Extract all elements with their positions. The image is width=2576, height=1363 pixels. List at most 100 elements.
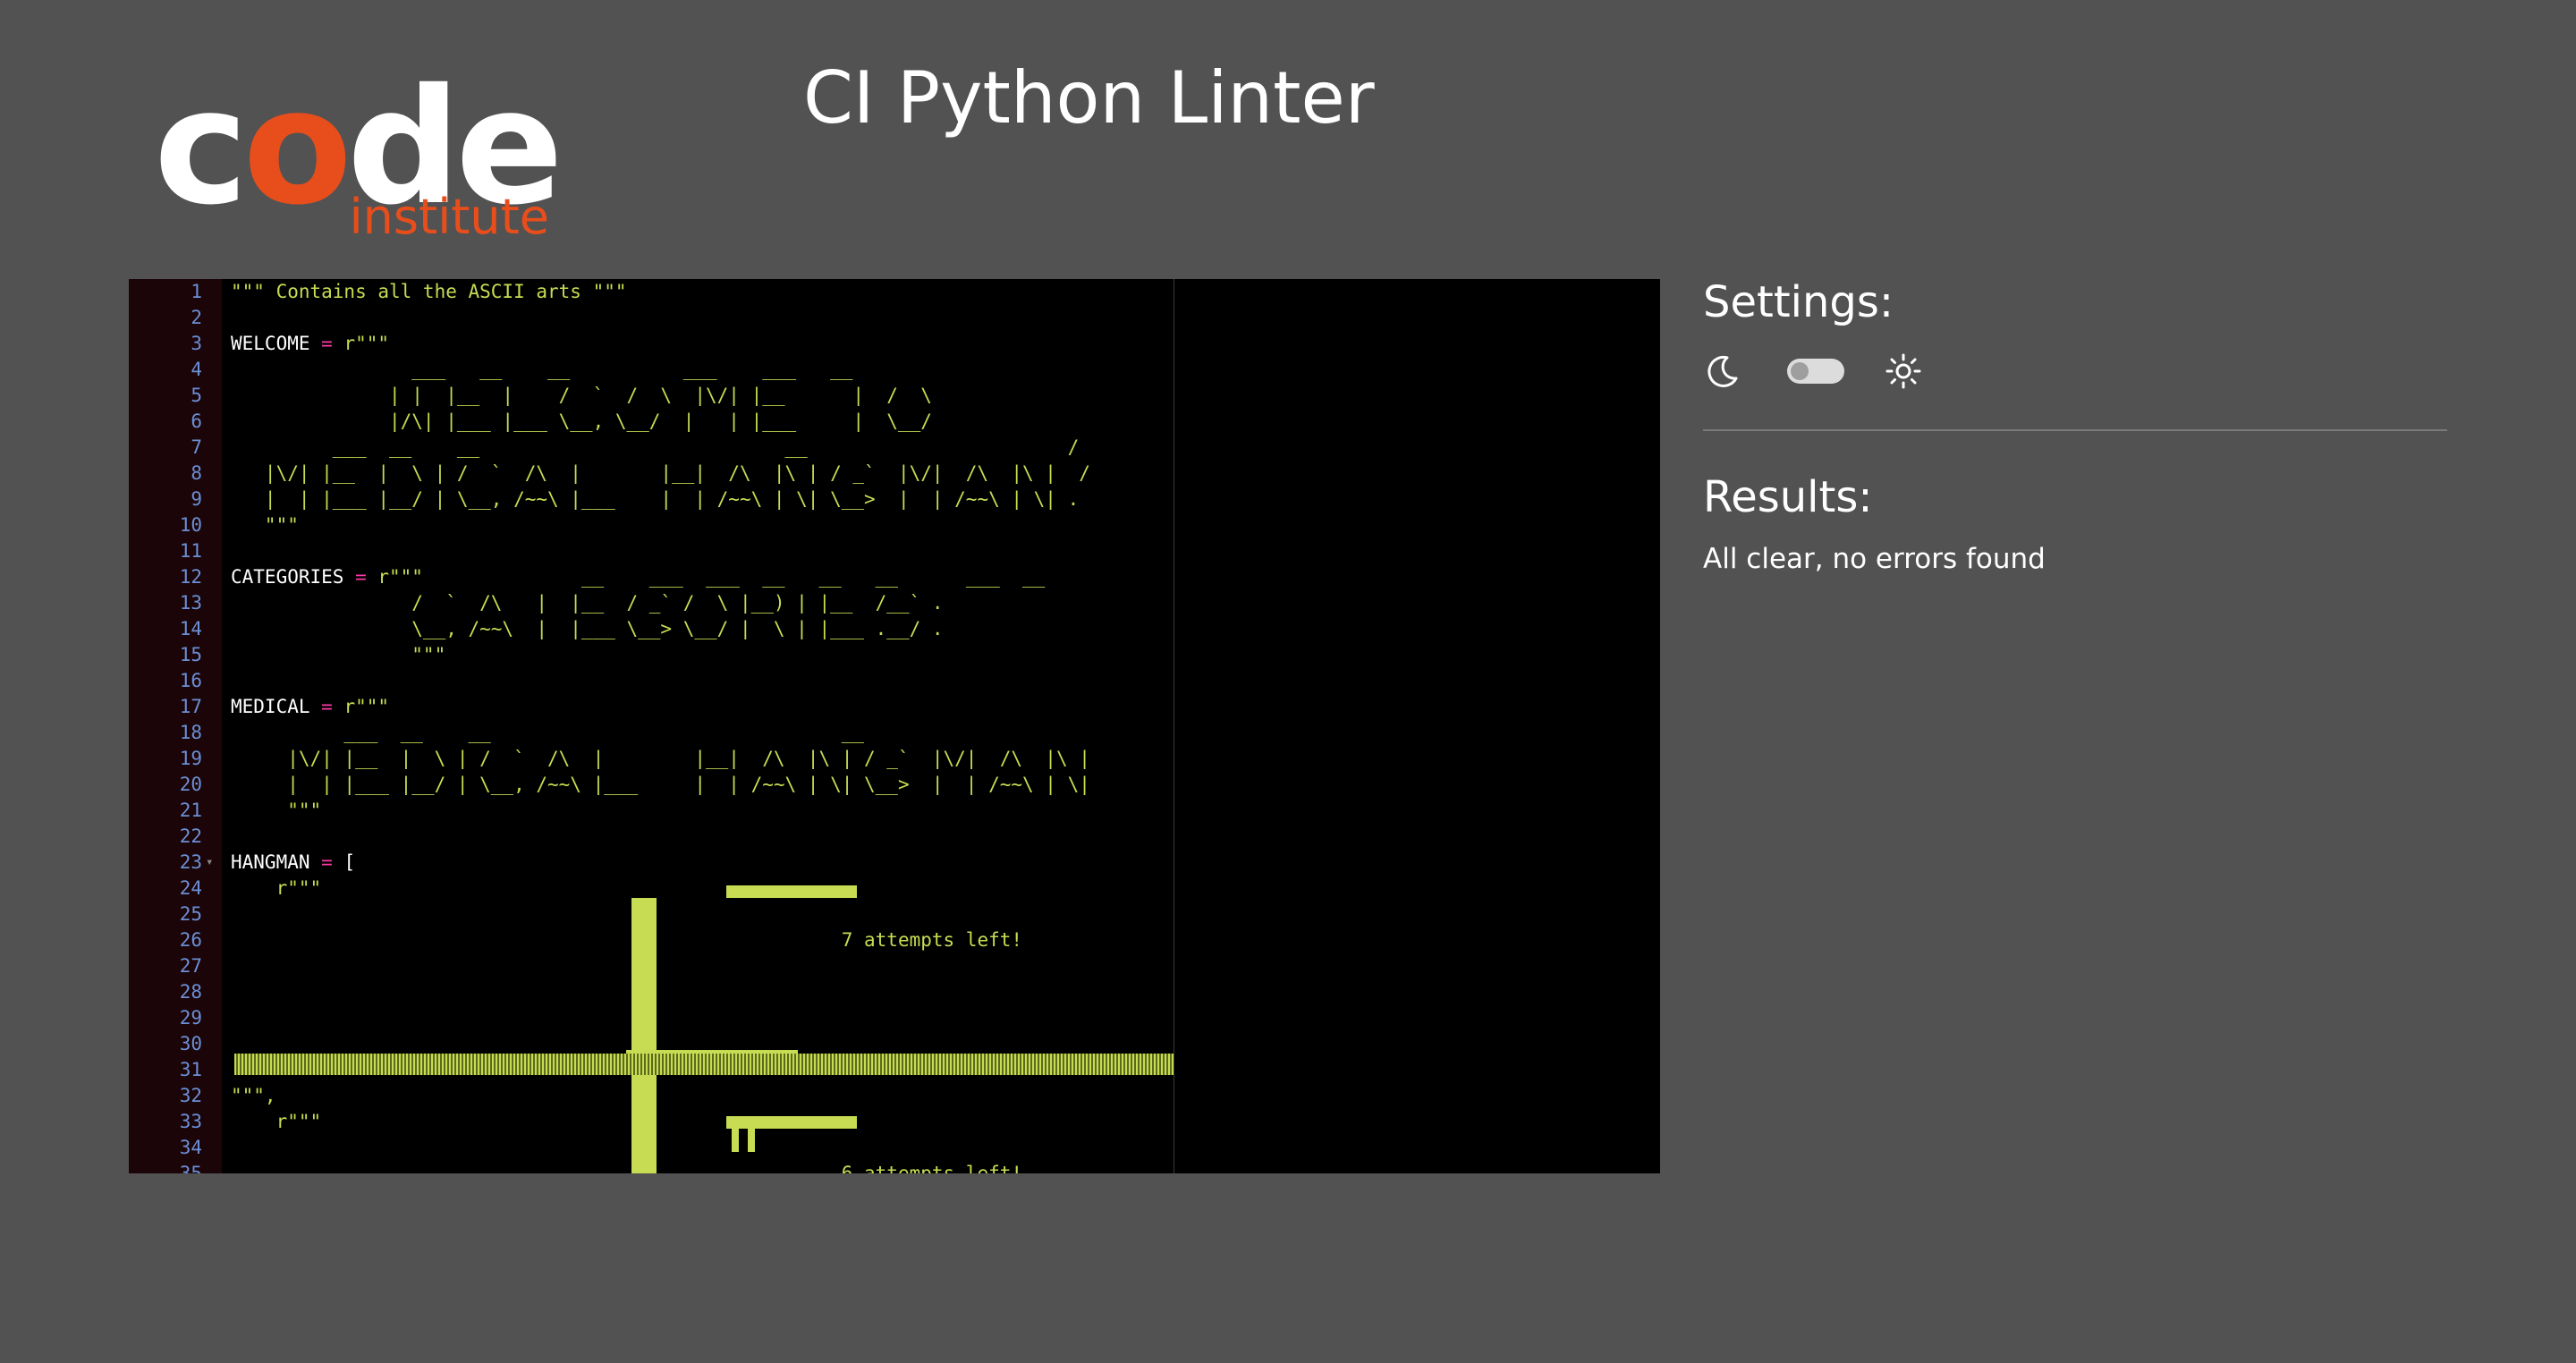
code-line[interactable]: 13 / ` /\ | |__ / _` / \ |__) | |__ /__`… bbox=[129, 590, 1660, 616]
panel-divider bbox=[1703, 428, 2447, 431]
line-number: 27 bbox=[179, 955, 202, 977]
code-line[interactable]: 10 """ bbox=[129, 512, 1660, 538]
line-code: """ bbox=[231, 642, 445, 668]
code-token: CATEGORIES bbox=[231, 566, 344, 588]
code-token: ___ __ __ __ / bbox=[231, 436, 1080, 458]
code-line[interactable]: 19 |\/| |__ | \ | / ` /\ | |__| /\ |\ | … bbox=[129, 746, 1660, 772]
code-line[interactable]: 21 """ bbox=[129, 798, 1660, 824]
line-number: 20 bbox=[179, 774, 202, 795]
code-line[interactable]: 25 bbox=[129, 902, 1660, 927]
code-token: MEDICAL bbox=[231, 696, 310, 717]
code-line[interactable]: 3 WELCOME = r""" bbox=[129, 331, 1660, 357]
line-number: 28 bbox=[179, 981, 202, 1003]
line-number: 8 bbox=[191, 462, 202, 484]
line-number: 6 bbox=[191, 411, 202, 432]
code-token: """ bbox=[231, 800, 322, 821]
code-editor[interactable]: 1 """ Contains all the ASCII arts """ 2 3 WE… bbox=[129, 279, 1660, 1173]
sun-icon[interactable] bbox=[1884, 351, 1923, 391]
line-number: 29 bbox=[179, 1007, 202, 1029]
code-token: 6 attempts left! bbox=[231, 1163, 1023, 1173]
code-token: [ bbox=[343, 851, 356, 873]
theme-toggle-switch[interactable] bbox=[1787, 358, 1844, 384]
line-number: 11 bbox=[179, 540, 202, 562]
line-code: | | |__ | / ` / \ |\/| |__ | / \ bbox=[231, 383, 932, 409]
code-token: ___ __ __ __ bbox=[231, 722, 865, 743]
code-line[interactable]: 23 ▾ HANGMAN = [ bbox=[129, 850, 1660, 876]
code-line[interactable]: 2 bbox=[129, 305, 1660, 331]
hangman-floor bbox=[234, 1054, 1174, 1075]
code-token: |\/| |__ | \ | / ` /\ | |__| /\ |\ | / _… bbox=[231, 462, 1090, 484]
hangman-rope-2b bbox=[748, 1129, 755, 1152]
line-code: WELCOME = r""" bbox=[231, 331, 389, 357]
line-number: 14 bbox=[179, 618, 202, 639]
line-code: 6 attempts left! bbox=[231, 1161, 1022, 1173]
code-token: HANGMAN bbox=[231, 851, 310, 873]
line-code: """ Contains all the ASCII arts """ bbox=[231, 279, 627, 305]
code-line[interactable]: 27 bbox=[129, 953, 1660, 979]
line-number: 25 bbox=[179, 903, 202, 925]
code-line[interactable]: 1 """ Contains all the ASCII arts """ bbox=[129, 279, 1660, 305]
code-line[interactable]: 22 bbox=[129, 824, 1660, 850]
code-token: ___ __ __ ___ ___ __ bbox=[231, 359, 853, 380]
line-number: 9 bbox=[191, 488, 202, 510]
line-code: |/\| |___ |___ \__, \__/ | | |___ | \__/ bbox=[231, 409, 932, 435]
line-code: HANGMAN = [ bbox=[231, 850, 355, 876]
line-number: 13 bbox=[179, 592, 202, 614]
line-code: |\/| |__ | \ | / ` /\ | |__| /\ |\ | / _… bbox=[231, 746, 1090, 772]
line-code: / ` /\ | |__ / _` / \ |__) | |__ /__` . bbox=[231, 590, 943, 616]
code-line[interactable]: 5 | | |__ | / ` / \ |\/| |__ | / \ bbox=[129, 383, 1660, 409]
code-line[interactable]: 8 |\/| |__ | \ | / ` /\ | |__| /\ |\ | /… bbox=[129, 461, 1660, 487]
line-code: r""" bbox=[231, 1109, 322, 1135]
line-number: 16 bbox=[179, 670, 202, 691]
code-line[interactable]: 32 """, bbox=[129, 1083, 1660, 1109]
code-line[interactable]: 20 | | |___ |__/ | \__, /~~\ |___ | | /~… bbox=[129, 772, 1660, 798]
side-panel: Settings: Results: All clear, no errors … bbox=[1703, 277, 2447, 575]
code-token: = bbox=[309, 851, 344, 873]
code-line[interactable]: 35 6 attempts left! bbox=[129, 1161, 1660, 1173]
fold-toggle-icon[interactable]: ▾ bbox=[206, 850, 213, 876]
code-line[interactable]: 4 ___ __ __ ___ ___ __ bbox=[129, 357, 1660, 383]
code-line[interactable]: 9 | | |___ |__/ | \__, /~~\ |___ | | /~~… bbox=[129, 487, 1660, 512]
code-lines[interactable]: 1 """ Contains all the ASCII arts """ 2 3 WE… bbox=[129, 279, 1660, 1173]
code-line[interactable]: 11 bbox=[129, 538, 1660, 564]
code-line[interactable]: 17 MEDICAL = r""" bbox=[129, 694, 1660, 720]
results-message: All clear, no errors found bbox=[1703, 543, 2046, 576]
line-code: """, bbox=[231, 1083, 276, 1109]
code-line[interactable]: 14 \__, /~~\ | |___ \__> \__/ | \ | |___… bbox=[129, 616, 1660, 642]
code-token: r""" bbox=[343, 696, 390, 717]
hangman-beam bbox=[726, 885, 857, 898]
toggle-knob bbox=[1791, 361, 1809, 380]
code-line[interactable]: 28 bbox=[129, 979, 1660, 1005]
code-line[interactable]: 18 ___ __ __ __ bbox=[129, 720, 1660, 746]
line-number: 33 bbox=[179, 1111, 202, 1132]
code-line[interactable]: 33 r""" bbox=[129, 1109, 1660, 1135]
code-token: WELCOME bbox=[231, 333, 310, 354]
code-line[interactable]: 12 CATEGORIES = r""" __ ___ ___ __ __ __ … bbox=[129, 564, 1660, 590]
line-number: 23 bbox=[179, 851, 202, 873]
line-number: 22 bbox=[179, 825, 202, 847]
code-line[interactable]: 7 ___ __ __ __ / bbox=[129, 435, 1660, 461]
line-number: 30 bbox=[179, 1033, 202, 1054]
code-line[interactable]: 26 7 attempts left! bbox=[129, 927, 1660, 953]
settings-heading: Settings: bbox=[1703, 277, 1894, 327]
code-line[interactable]: 6 |/\| |___ |___ \__, \__/ | | |___ | \_… bbox=[129, 409, 1660, 435]
code-line[interactable]: 29 bbox=[129, 1005, 1660, 1031]
line-number: 12 bbox=[179, 566, 202, 588]
line-code: | | |___ |__/ | \__, /~~\ |___ | | /~~\ … bbox=[231, 487, 1079, 512]
page-title: CI Python Linter bbox=[803, 56, 1375, 140]
line-number: 24 bbox=[179, 877, 202, 899]
line-number: 15 bbox=[179, 644, 202, 665]
code-token: """, bbox=[231, 1085, 276, 1106]
line-number: 5 bbox=[191, 385, 202, 406]
line-code: MEDICAL = r""" bbox=[231, 694, 389, 720]
code-line[interactable]: 16 bbox=[129, 668, 1660, 694]
code-line[interactable]: 34 bbox=[129, 1135, 1660, 1161]
code-token: \__, /~~\ | |___ \__> \__/ | \ | |___ ._… bbox=[231, 618, 944, 639]
code-line[interactable]: 24 r""" bbox=[129, 876, 1660, 902]
line-number: 4 bbox=[191, 359, 202, 380]
code-line[interactable]: 15 """ bbox=[129, 642, 1660, 668]
moon-icon[interactable] bbox=[1703, 351, 1742, 391]
line-code: r""" bbox=[231, 876, 322, 902]
line-code: | | |___ |__/ | \__, /~~\ |___ | | /~~\ … bbox=[231, 772, 1090, 798]
code-token: |\/| |__ | \ | / ` /\ | |__| /\ |\ | / _… bbox=[231, 748, 1090, 769]
